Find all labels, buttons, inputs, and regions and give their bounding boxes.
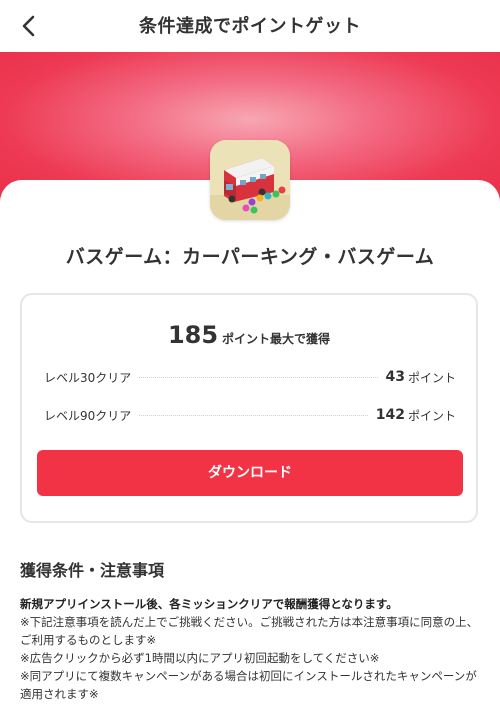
mission-points: 43 bbox=[385, 369, 405, 385]
leader-dots bbox=[139, 376, 378, 378]
bus-game-app-icon bbox=[210, 140, 290, 220]
note-item: ※広告クリックから必ず1時間以内にアプリ初回起動をしてください※ bbox=[20, 651, 380, 665]
mission-label: レベル30クリア bbox=[44, 370, 132, 385]
reward-card: 185 ポイント最大で獲得 レベル30クリア 43 ポイント レベル90クリア 1… bbox=[20, 293, 478, 523]
top-bar: 条件達成でポイントゲット bbox=[0, 0, 500, 52]
total-points: 185 ポイント最大で獲得 bbox=[22, 321, 476, 349]
mission-points-unit: ポイント bbox=[407, 370, 456, 385]
conditions-lead: 新規アプリインストール後、各ミッションクリアで報酬獲得となります。 bbox=[20, 597, 398, 611]
mission-points-unit: ポイント bbox=[407, 408, 456, 423]
download-button[interactable]: ダウンロード bbox=[37, 450, 463, 496]
mission-label: レベル90クリア bbox=[44, 408, 132, 423]
total-points-value: 185 bbox=[167, 321, 219, 349]
mission-points: 142 bbox=[375, 407, 405, 423]
note-item: ※同アプリにて複数キャンペーンがある場合は初回にインストールされたキャンペーンが… bbox=[20, 669, 477, 701]
page-title: 条件達成でポイントゲット bbox=[139, 16, 361, 37]
total-points-label: ポイント最大で獲得 bbox=[222, 332, 331, 346]
conditions-notes: ※下記注意事項を読んだ上でご挑戦ください。ご挑戦された方は本注意事項に同意の上、… bbox=[20, 613, 480, 703]
leader-dots bbox=[139, 414, 368, 416]
note-item: ※下記注意事項を読んだ上でご挑戦ください。ご挑戦された方は本注意事項に同意の上、… bbox=[20, 615, 479, 647]
bus-illustration bbox=[210, 140, 290, 220]
conditions-title: 獲得条件・注意事項 bbox=[20, 561, 165, 580]
mission-row: レベル30クリア 43 ポイント bbox=[44, 367, 456, 387]
app-name: バスゲーム：カーパーキング・バスゲーム bbox=[65, 246, 435, 268]
mission-row: レベル90クリア 142 ポイント bbox=[44, 405, 456, 425]
